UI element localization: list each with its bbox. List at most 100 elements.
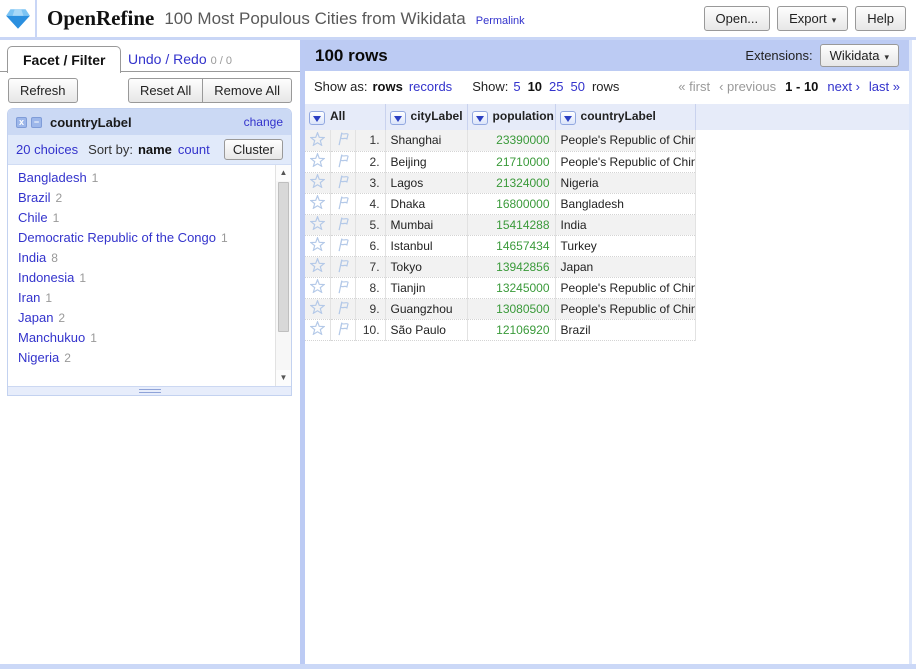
cell-citylabel[interactable]: São Paulo xyxy=(385,319,467,340)
cell-population[interactable]: 13245000 xyxy=(467,277,555,298)
facet-scrollbar[interactable]: ▲ ▼ xyxy=(275,165,291,386)
next-page-link[interactable]: next › xyxy=(827,79,860,94)
permalink-link[interactable]: Permalink xyxy=(476,15,525,27)
page-size-25[interactable]: 25 xyxy=(549,79,563,94)
row-star-toggle[interactable] xyxy=(305,256,330,277)
cell-citylabel[interactable]: Istanbul xyxy=(385,235,467,256)
facet-choice-label[interactable]: Democratic Republic of the Congo xyxy=(18,230,216,245)
previous-page-link[interactable]: ‹ previous xyxy=(719,79,776,94)
refresh-button[interactable]: Refresh xyxy=(8,78,78,103)
column-menu-icon[interactable] xyxy=(560,111,576,125)
facet-choice-label[interactable]: Nigeria xyxy=(18,350,59,365)
remove-all-button[interactable]: Remove All xyxy=(202,78,292,103)
facet-choice-label[interactable]: Japan xyxy=(18,310,53,325)
cell-population[interactable]: 13080500 xyxy=(467,298,555,319)
row-flag-toggle[interactable] xyxy=(330,298,355,319)
first-page-link[interactable]: « first xyxy=(678,79,710,94)
cell-countrylabel[interactable]: India xyxy=(555,214,695,235)
sort-by-name[interactable]: name xyxy=(138,142,172,157)
column-header-population[interactable]: population xyxy=(467,104,555,130)
cell-countrylabel[interactable]: People's Republic of China xyxy=(555,130,695,151)
cell-citylabel[interactable]: Lagos xyxy=(385,172,467,193)
row-flag-toggle[interactable] xyxy=(330,235,355,256)
help-button[interactable]: Help xyxy=(855,6,906,31)
cell-countrylabel[interactable]: Turkey xyxy=(555,235,695,256)
facet-minimize-icon[interactable]: − xyxy=(31,117,42,128)
facet-choice-label[interactable]: Brazil xyxy=(18,190,51,205)
row-flag-toggle[interactable] xyxy=(330,256,355,277)
row-flag-toggle[interactable] xyxy=(330,151,355,172)
scroll-up-icon[interactable]: ▲ xyxy=(276,165,291,181)
page-size-5[interactable]: 5 xyxy=(513,79,520,94)
page-size-50[interactable]: 50 xyxy=(571,79,585,94)
facet-choice-label[interactable]: Iran xyxy=(18,290,40,305)
cell-population[interactable]: 21324000 xyxy=(467,172,555,193)
cell-population[interactable]: 23390000 xyxy=(467,130,555,151)
facet-choice-label[interactable]: Manchukuo xyxy=(18,330,85,345)
cell-countrylabel[interactable]: Japan xyxy=(555,256,695,277)
cluster-button[interactable]: Cluster xyxy=(224,139,283,160)
cell-citylabel[interactable]: Guangzhou xyxy=(385,298,467,319)
facet-close-icon[interactable]: x xyxy=(16,117,27,128)
column-menu-icon[interactable] xyxy=(472,111,488,125)
row-star-toggle[interactable] xyxy=(305,298,330,319)
row-star-toggle[interactable] xyxy=(305,130,330,151)
cell-countrylabel[interactable]: Bangladesh xyxy=(555,193,695,214)
cell-citylabel[interactable]: Tokyo xyxy=(385,256,467,277)
row-flag-toggle[interactable] xyxy=(330,193,355,214)
cell-countrylabel[interactable]: Brazil xyxy=(555,319,695,340)
open-button[interactable]: Open... xyxy=(704,6,771,31)
cell-population[interactable]: 15414288 xyxy=(467,214,555,235)
row-star-toggle[interactable] xyxy=(305,151,330,172)
cell-citylabel[interactable]: Shanghai xyxy=(385,130,467,151)
facet-choices-count-link[interactable]: 20 choices xyxy=(16,142,78,157)
column-header-countrylabel[interactable]: countryLabel xyxy=(555,104,695,130)
row-star-toggle[interactable] xyxy=(305,172,330,193)
row-star-toggle[interactable] xyxy=(305,277,330,298)
row-star-toggle[interactable] xyxy=(305,319,330,340)
cell-population[interactable]: 21710000 xyxy=(467,151,555,172)
facet-choice-label[interactable]: Chile xyxy=(18,210,48,225)
scroll-down-icon[interactable]: ▼ xyxy=(276,370,291,386)
facet-resize-handle[interactable] xyxy=(8,386,291,395)
row-flag-toggle[interactable] xyxy=(330,130,355,151)
row-flag-toggle[interactable] xyxy=(330,214,355,235)
export-button[interactable]: Export▾ xyxy=(777,6,848,31)
row-star-toggle[interactable] xyxy=(305,214,330,235)
column-menu-icon[interactable] xyxy=(390,111,406,125)
facet-change-link[interactable]: change xyxy=(244,115,283,129)
cell-citylabel[interactable]: Mumbai xyxy=(385,214,467,235)
last-page-link[interactable]: last » xyxy=(869,79,900,94)
openrefine-logo[interactable] xyxy=(0,0,37,37)
cell-citylabel[interactable]: Dhaka xyxy=(385,193,467,214)
row-flag-toggle[interactable] xyxy=(330,277,355,298)
cell-population[interactable]: 16800000 xyxy=(467,193,555,214)
cell-countrylabel[interactable]: People's Republic of China xyxy=(555,277,695,298)
row-flag-toggle[interactable] xyxy=(330,319,355,340)
row-star-toggle[interactable] xyxy=(305,193,330,214)
cell-citylabel[interactable]: Tianjin xyxy=(385,277,467,298)
sort-by-count[interactable]: count xyxy=(178,142,210,157)
row-flag-toggle[interactable] xyxy=(330,172,355,193)
column-menu-icon[interactable] xyxy=(309,111,325,125)
cell-population[interactable]: 14657434 xyxy=(467,235,555,256)
wikidata-extension-button[interactable]: Wikidata▾ xyxy=(820,44,899,67)
cell-countrylabel[interactable]: People's Republic of China xyxy=(555,298,695,319)
reset-all-button[interactable]: Reset All xyxy=(128,78,203,103)
cell-population[interactable]: 12106920 xyxy=(467,319,555,340)
page-size-10[interactable]: 10 xyxy=(528,79,542,94)
panel-divider[interactable] xyxy=(300,40,305,669)
cell-population[interactable]: 13942856 xyxy=(467,256,555,277)
column-header-all[interactable]: All xyxy=(305,104,385,130)
cell-countrylabel[interactable]: Nigeria xyxy=(555,172,695,193)
tab-facet-filter[interactable]: Facet / Filter xyxy=(7,46,121,73)
cell-countrylabel[interactable]: People's Republic of China xyxy=(555,151,695,172)
show-as-rows[interactable]: rows xyxy=(372,79,402,94)
show-as-records[interactable]: records xyxy=(409,79,452,94)
scrollbar-thumb[interactable] xyxy=(278,182,289,332)
cell-citylabel[interactable]: Beijing xyxy=(385,151,467,172)
facet-choice-label[interactable]: India xyxy=(18,250,46,265)
row-star-toggle[interactable] xyxy=(305,235,330,256)
facet-choice-label[interactable]: Indonesia xyxy=(18,270,74,285)
column-header-citylabel[interactable]: cityLabel xyxy=(385,104,467,130)
